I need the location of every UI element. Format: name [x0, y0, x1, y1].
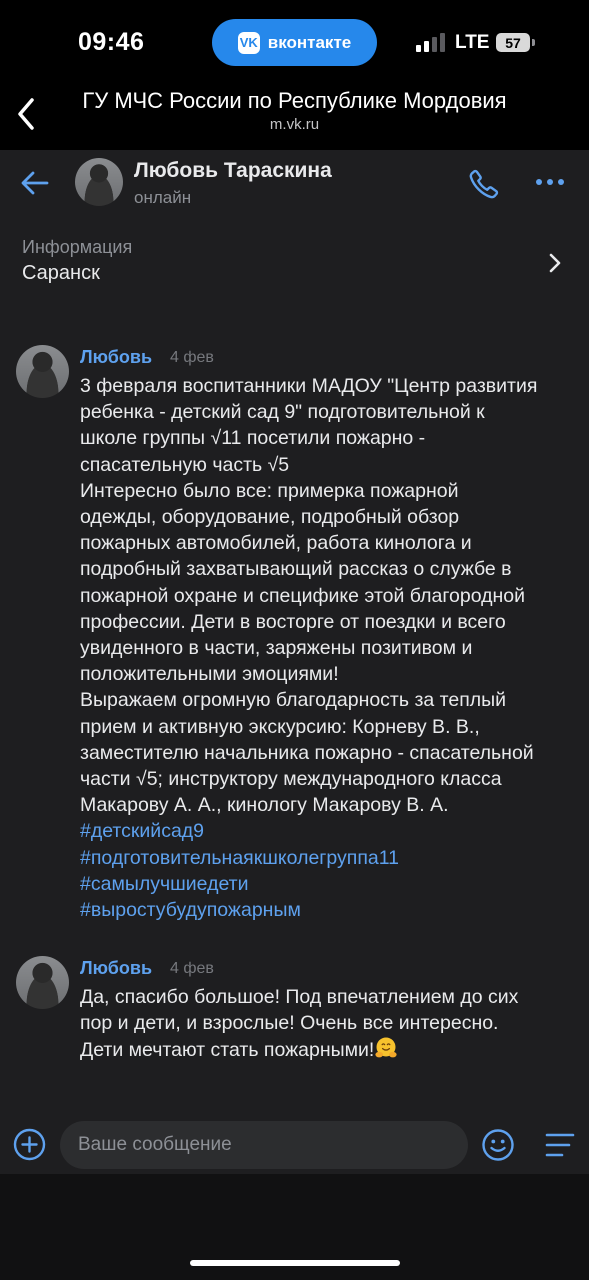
message-line: Выражаем огромную благодарность за теплы… [80, 689, 507, 712]
phone-icon[interactable] [468, 168, 500, 200]
message-author[interactable]: Любовь [80, 958, 152, 979]
message-date: 4 фев [170, 960, 214, 977]
message-line: заместителю начальника пожарно - спасате… [80, 741, 534, 764]
battery-icon: 57 [496, 33, 535, 52]
chat-header: Любовь Тараскина онлайн [0, 150, 589, 216]
page-url: m.vk.ru [269, 116, 320, 133]
add-attachment-icon[interactable] [13, 1128, 46, 1161]
message-line: Макарову А. А., кинологу Макарову В. А. [80, 794, 449, 817]
avatar[interactable] [16, 345, 69, 398]
message-line: спасательную часть √5 [80, 453, 290, 476]
status-bar: 09:46 VK вконтакте LTE 57 [0, 0, 589, 88]
message-date: 4 фев [170, 349, 214, 366]
hashtag-link[interactable]: #детскийсад9 [80, 818, 576, 844]
message-line: положительными эмоциями! [80, 663, 339, 686]
home-indicator[interactable] [190, 1260, 400, 1266]
vk-pill-label: вконтакте [267, 32, 352, 52]
message-line: части √5; инструктору международного кла… [80, 768, 502, 791]
vk-app-pill[interactable]: VK вконтакте [212, 19, 377, 66]
message-line: Да, спасибо большое! Под впечатлением до… [80, 986, 519, 1008]
message-text: Да, спасибо большое! Под впечатлением до… [80, 984, 576, 1064]
more-dots-icon[interactable] [536, 179, 564, 185]
vk-logo-icon: VK [237, 31, 260, 54]
hashtag-link[interactable]: #самылучшиедети [80, 871, 576, 897]
message-line: пожарной охране и специфике этой благоро… [80, 584, 525, 607]
status-time: 09:46 [78, 28, 145, 56]
emoji-icon[interactable] [481, 1128, 515, 1162]
menu-lines-icon[interactable] [545, 1132, 575, 1158]
message-line: подробный захватывающий рассказ о службе… [80, 558, 512, 581]
message-line: Дети мечтают стать пожарными! [80, 1039, 375, 1062]
message-line: школе группы √11 посетили пожарно - [80, 427, 426, 450]
info-value: Саранск [22, 262, 100, 284]
chevron-right-icon [549, 253, 561, 273]
info-label: Информация [22, 237, 133, 257]
network-type: LTE [455, 32, 490, 53]
page-title: ГУ МЧС России по Республике Мордовия [82, 88, 507, 113]
message-text: 3 февраля воспитанники МАДОУ "Центр разв… [80, 373, 576, 923]
contact-status: онлайн [134, 188, 192, 207]
message-line: ребенка - детский сад 9" подготовительно… [80, 401, 485, 424]
hugging-face-emoji-icon [375, 1037, 397, 1058]
message-input[interactable] [60, 1121, 468, 1169]
browser-header: ГУ МЧС России по Республике Мордовия m.v… [0, 88, 589, 150]
signal-icon [416, 32, 445, 52]
avatar[interactable] [75, 158, 123, 206]
hashtag-link[interactable]: #подготовительнаякшколегруппа11 [80, 845, 576, 871]
hashtag-link[interactable]: #выростубудупожарным [80, 897, 576, 923]
message-line: пожарных автомобилей, работа кинолога и [80, 532, 472, 555]
contact-name[interactable]: Любовь Тараскина [134, 159, 332, 183]
message-line: одежды, оборудование, подробный обзор [80, 506, 460, 529]
message-line: 3 февраля воспитанники МАДОУ "Центр разв… [80, 375, 538, 397]
message-line: пор и дети, и взрослые! Очень все интере… [80, 1012, 499, 1035]
message-author[interactable]: Любовь [80, 347, 152, 368]
message-composer [0, 1108, 589, 1178]
message-line: профессии. Дети в восторге от поездки и … [80, 610, 506, 633]
avatar[interactable] [16, 956, 69, 1009]
message-line-with-emoji: Дети мечтают стать пожарными! [80, 1036, 576, 1063]
message-line: прием и активную экскурсию: Корневу В. В… [80, 715, 480, 738]
message-line: Интересно было все: примерка пожарной [80, 479, 459, 502]
message-line: увиденного в части, заряжены позитивом и [80, 637, 473, 660]
back-arrow-icon[interactable] [20, 170, 50, 196]
